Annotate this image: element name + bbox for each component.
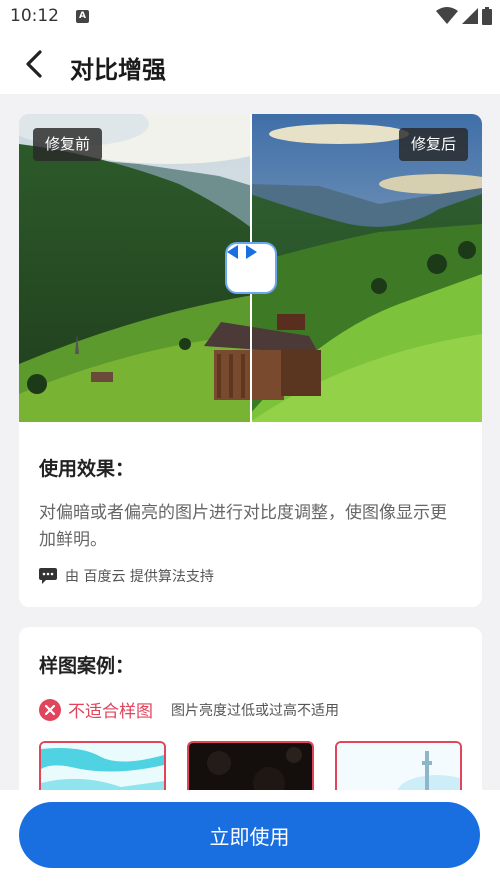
before-tag: 修复前 [33, 128, 103, 161]
battery-icon [482, 7, 492, 25]
status-bar: 10:12 A [0, 0, 500, 34]
close-circle-icon [39, 698, 61, 721]
after-tag: 修复后 [398, 128, 468, 161]
notification-icon: A [76, 10, 89, 23]
effect-description: 对偏暗或者偏亮的图片进行对比度调整，使图像显示更加鲜明。 [39, 503, 447, 550]
bottom-action-bar: 立即使用 [0, 790, 500, 888]
unsuitable-note: 图片亮度过低或过高不适用 [171, 702, 339, 719]
wifi-icon [436, 7, 458, 24]
provider-text: 由 百度云 提供算法支持 [65, 569, 214, 585]
provider-info: 由 百度云 提供算法支持 [39, 566, 214, 586]
chat-bubble-icon [39, 568, 57, 584]
effect-title: 使用效果： [39, 458, 135, 480]
compare-slider-handle[interactable] [225, 242, 277, 294]
samples-title: 样图案例： [39, 655, 135, 677]
back-button[interactable] [16, 46, 52, 82]
effect-card: 修复前 修复后 使用效果： 对偏暗或者偏亮的图片进行对比度调整，使图像显示更加鲜… [19, 114, 482, 607]
page-title: 对比增强 [70, 56, 166, 84]
before-after-compare[interactable]: 修复前 修复后 [19, 114, 482, 422]
signal-icon [462, 8, 478, 24]
use-now-button[interactable]: 立即使用 [19, 802, 480, 868]
app-header: 对比增强 [0, 34, 500, 94]
status-icons [436, 7, 492, 25]
left-right-arrows-icon [227, 245, 257, 259]
unsuitable-label: 不适合样图 [68, 702, 153, 722]
unsuitable-row: 不适合样图 图片亮度过低或过高不适用 [39, 697, 339, 722]
back-arrow-icon [26, 50, 42, 78]
status-time: 10:12 [10, 6, 59, 26]
